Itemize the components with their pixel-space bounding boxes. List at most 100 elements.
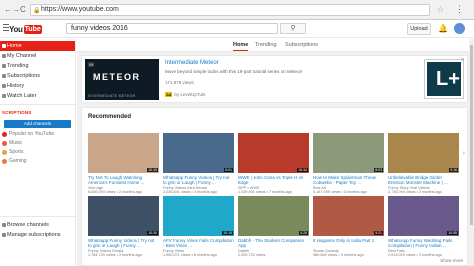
sidebar-sub-popular[interactable]: Popular on YouTube [0, 130, 75, 139]
video-title-link[interactable]: AFV Funny Vines Fails Compilation - Best… [163, 238, 234, 249]
video-duration: 15:34 [297, 168, 308, 172]
video-thumbnail[interactable]: 9:16 [388, 133, 459, 173]
video-thumbnail[interactable]: 10:30 [88, 196, 159, 236]
back-icon[interactable]: ← [4, 6, 12, 14]
sidebar-sub-sports[interactable]: Sports [0, 148, 75, 157]
channel-icon [2, 159, 7, 164]
address-bar[interactable]: 🔒 https://www.youtube.com [30, 4, 430, 16]
video-card[interactable]: 10:15 AFV Funny Vines Fails Compilation -… [163, 196, 234, 258]
video-thumbnail[interactable]: 10:10 [88, 133, 159, 173]
sidebar-item-subscriptions[interactable]: Subscriptions [0, 71, 75, 81]
tab-trending[interactable]: Trending [255, 42, 277, 48]
levelup-logo-text: L+ [436, 68, 460, 90]
promo-thumb-caption: INTERMEDIATE METEOR [88, 94, 136, 98]
close-icon[interactable]: ✕ [461, 57, 465, 63]
logo-you-text: You [9, 24, 23, 34]
video-card[interactable]: 0:25 Dabbh - The Student Companion App Dab… [238, 196, 309, 258]
scrollbar-thumb[interactable] [470, 45, 473, 225]
video-title-link[interactable]: How to Make Spiderman Throw Cobwebs - Pa… [313, 175, 384, 186]
video-duration: 10:55 [447, 231, 458, 235]
promo-channel-logo[interactable]: L+ [424, 59, 464, 99]
video-thumbnail[interactable]: 15:34 [238, 133, 309, 173]
video-title-link[interactable]: WWE | John Cena vs Triple H vs Edge [238, 175, 309, 186]
sidebar-item-history[interactable]: History [0, 81, 75, 91]
divider [0, 104, 75, 105]
video-thumbnail[interactable]: 0:25 [238, 196, 309, 236]
video-thumbnail[interactable]: 10:15 [163, 196, 234, 236]
show-more-link[interactable]: Show more [440, 258, 463, 263]
video-thumbnail[interactable]: 10:55 [388, 196, 459, 236]
video-thumbnail[interactable]: 6:01 [163, 133, 234, 173]
video-card[interactable]: 8:03 How to Make Spiderman Throw Cobwebs … [313, 133, 384, 195]
promo-ad-line: Ad by LevelUpTuts [165, 92, 205, 97]
video-thumbnail[interactable]: 5:21 [313, 196, 384, 236]
video-title-link[interactable]: Whatsapp Funny Videos | Try not to grin … [88, 238, 159, 249]
video-duration: 10:15 [222, 231, 233, 235]
main-content: Home Trending Subscriptions IM METEOR IN… [77, 39, 474, 266]
video-card[interactable]: 6:01 Whatsapp Funny Videos | Try not to g… [163, 133, 234, 195]
sidebar-item-manage-subscriptions[interactable]: Manage subscriptions [0, 230, 75, 240]
flame-icon [2, 64, 6, 68]
search-input[interactable]: funny videos 2016 [66, 23, 278, 34]
logo-tube-text: Tube [23, 24, 42, 34]
sidebar-item-watch-later[interactable]: Watch Later [0, 91, 75, 101]
video-card[interactable]: 5:21 It Happens Only in India Part 1 Stunt… [313, 196, 384, 258]
video-card[interactable]: 10:30 Whatsapp Funny Videos | Try not to … [88, 196, 159, 258]
video-title-link[interactable]: Unbelievable Bridge Girder Erection Mons… [388, 175, 459, 186]
sidebar-item-label: Subscriptions [7, 73, 41, 79]
promo-thumbnail[interactable]: IM METEOR INTERMEDIATE METEOR [85, 59, 159, 100]
video-duration: 10:10 [147, 168, 158, 172]
video-duration: 0:25 [299, 231, 308, 235]
video-title-link[interactable]: It Happens Only in India Part 1 [313, 238, 384, 249]
browser-menu-icon[interactable]: ⋮ [455, 4, 464, 15]
bookmark-star-icon[interactable]: ☆ [437, 5, 444, 14]
upload-button[interactable]: Upload [407, 23, 431, 35]
forward-icon[interactable]: → [12, 6, 20, 14]
video-title-link[interactable]: Dabbh - The Student Companion App [238, 238, 309, 249]
shelf-next-arrow-icon[interactable]: › [463, 150, 465, 157]
promo-views: 171,879 views [165, 80, 194, 85]
sidebar-item-label: Trending [7, 63, 29, 69]
video-title-link[interactable]: WhatsApp Funny Wedding Fails Compilation… [388, 238, 459, 249]
video-meta: 2,000,720 views [238, 253, 266, 258]
sidebar-item-label: Home [7, 43, 22, 49]
video-card[interactable]: 9:16 Unbelievable Bridge Girder Erection … [388, 133, 459, 195]
add-channels-button[interactable]: Add channels [4, 120, 71, 128]
tab-home[interactable]: Home [233, 42, 249, 51]
sidebar-sub-gaming[interactable]: Gaming [0, 157, 75, 166]
tab-subscriptions[interactable]: Subscriptions [285, 42, 318, 48]
sidebar-sub-label: Gaming [9, 158, 27, 164]
page-scrollbar[interactable] [469, 39, 474, 266]
promo-channel[interactable]: by LevelUpTuts [174, 92, 205, 97]
video-thumbnail[interactable]: 8:03 [313, 133, 384, 173]
recommended-section: Recommended 10:10 Try Not To Laugh Watchi… [81, 107, 468, 266]
sidebar-sub-label: Music [9, 140, 23, 146]
video-duration: 6:01 [224, 168, 233, 172]
video-meta: 1,784,720 views • 3 months ago [88, 253, 142, 258]
search-icon: ⚲ [290, 25, 296, 32]
video-duration: 5:21 [374, 231, 383, 235]
promo-title-link[interactable]: Intermediate Meteor [165, 60, 219, 66]
sidebar-item-browse-channels[interactable]: Browse channels [0, 220, 75, 230]
video-title-link[interactable]: Whatsapp Funny Videos | Try not to grin … [163, 175, 234, 186]
sidebar-sub-music[interactable]: Music [0, 139, 75, 148]
subscriptions-section-label: SCRIPTIONS [2, 110, 32, 115]
reload-icon[interactable]: C [20, 6, 26, 14]
video-meta: 980,560 views • 9 months ago [313, 253, 364, 258]
video-meta: 2,735,094 views • 2 months ago [388, 190, 442, 195]
url-text: https://www.youtube.com [41, 6, 119, 13]
avatar[interactable] [454, 23, 465, 34]
video-card[interactable]: 15:34 WWE | John Cena vs Triple H vs Edge… [238, 133, 309, 195]
video-title-link[interactable]: Try Not To Laugh Watching America's Funn… [88, 175, 159, 186]
sidebar-item-trending[interactable]: Trending [0, 61, 75, 71]
sidebar-sub-label: Sports [9, 149, 24, 155]
sidebar-item-my-channel[interactable]: My Channel [0, 51, 75, 61]
sidebar-item-home[interactable]: Home [0, 41, 75, 51]
notifications-bell-icon[interactable]: 🔔 [438, 24, 448, 33]
youtube-logo[interactable]: You Tube [9, 24, 42, 34]
promo-thumb-text: METEOR [93, 72, 141, 82]
video-card[interactable]: 10:55 WhatsApp Funny Wedding Fails Compil… [388, 196, 459, 258]
search-button[interactable]: ⚲ [280, 23, 306, 34]
user-icon [2, 54, 6, 58]
video-card[interactable]: 10:10 Try Not To Laugh Watching America's… [88, 133, 159, 195]
